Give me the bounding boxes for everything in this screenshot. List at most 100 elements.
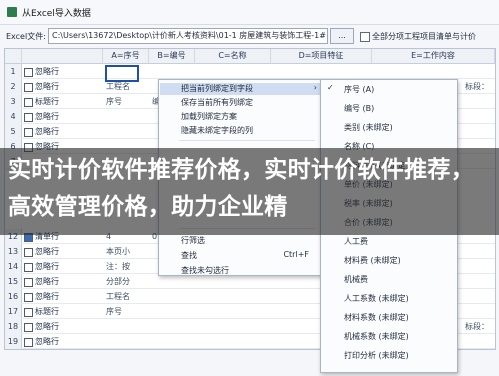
row-checkbox[interactable] (24, 308, 33, 317)
menu-item[interactable]: 行筛选 (181, 235, 205, 247)
menu-item-label: 隐藏未绑定字段的列 (181, 126, 253, 135)
row-number: 13 (5, 244, 22, 260)
row-checkbox[interactable] (24, 98, 33, 107)
cell-a[interactable]: 注：按 (106, 259, 148, 274)
row-number: 15 (5, 274, 22, 290)
kind-header (22, 49, 103, 64)
cell-b[interactable] (152, 334, 194, 349)
row-number: 5 (5, 124, 22, 140)
corner-header (5, 49, 22, 64)
menu-item[interactable]: 把当前列绑定到字段 (160, 83, 337, 95)
menu-item-label: 行筛选 (181, 236, 205, 245)
menu-item-label: 查找未勾选行 (181, 266, 229, 275)
column-header-d[interactable]: D=项目特征 (271, 49, 372, 64)
row-kind-select[interactable]: 忽略行 (35, 79, 59, 94)
row-checkbox[interactable] (24, 68, 33, 77)
row-checkbox[interactable] (24, 293, 33, 302)
menu-item[interactable]: 查找未勾选行 (181, 265, 229, 277)
option-label: 全部分项工程项目清单与计价 (372, 32, 476, 41)
row-number: 19 (5, 334, 22, 349)
cell-b[interactable] (152, 304, 194, 319)
cell-a[interactable]: 序号 (106, 94, 148, 109)
cell-a[interactable] (106, 124, 148, 139)
cell-b[interactable] (152, 289, 194, 304)
row-number: 18 (5, 319, 22, 335)
row-kind-select[interactable]: 忽略行 (35, 319, 59, 334)
row-number: 14 (5, 259, 22, 275)
file-path-input[interactable]: C:\Users\13672\Desktop\计价新人考核资料\01-1 房屋建… (48, 28, 328, 44)
column-header-b[interactable]: B=编号 (149, 49, 195, 64)
submenu-item[interactable]: 机械系数 (未绑定) (344, 330, 409, 344)
file-label: Excel文件: (6, 32, 46, 41)
row-number: 16 (5, 289, 22, 305)
row-kind-select[interactable]: 忽略行 (35, 289, 59, 304)
row-kind-select[interactable]: 标题行 (35, 94, 59, 109)
submenu-item[interactable]: 编号 (B) (344, 102, 374, 116)
submenu-item[interactable]: 类别 (未绑定) (344, 121, 393, 135)
file-toolbar: Excel文件: C:\Users\13672\Desktop\计价新人考核资料… (0, 26, 499, 46)
title-bar: 从Excel导入数据 (0, 0, 499, 25)
column-header-e[interactable]: E=工作内容 (372, 49, 495, 64)
menu-separator (179, 140, 315, 141)
row-checkbox[interactable] (24, 278, 33, 287)
submenu-item[interactable]: 打印分析 (未绑定) (344, 349, 409, 363)
row-checkbox[interactable] (24, 323, 33, 332)
row-kind-select[interactable]: 忽略行 (35, 334, 59, 349)
import-window: 从Excel导入数据 Excel文件: C:\Users\13672\Deskt… (0, 0, 499, 376)
browse-button[interactable]: ... (330, 28, 354, 44)
row-checkbox[interactable] (24, 113, 33, 122)
menu-item[interactable]: 加载列绑定方案 (181, 111, 237, 123)
submenu-item[interactable]: 材料费 (未绑定) (344, 254, 401, 268)
cell-a[interactable]: 工程名 (106, 289, 148, 304)
cell-b[interactable] (152, 64, 194, 79)
promo-banner-text: 实时计价软件推荐价格，实时计价软件推荐，高效管理价格，助力企业精 (8, 157, 474, 220)
row-kind-select[interactable]: 标题行 (35, 304, 59, 319)
column-header-a[interactable]: A=序号 (103, 49, 149, 64)
menu-shortcut: Ctrl+F (283, 250, 309, 259)
menu-item-label: 把当前列绑定到字段 (181, 84, 253, 93)
cell-a[interactable] (106, 319, 148, 334)
menu-item-label: 保存当前所有列绑定 (181, 98, 253, 107)
cell-b[interactable] (152, 319, 194, 334)
row-kind-select[interactable]: 忽略行 (35, 64, 59, 79)
menu-item[interactable]: 保存当前所有列绑定 (181, 97, 253, 109)
submenu-item[interactable]: 人工系数 (未绑定) (344, 292, 409, 306)
submenu-item[interactable]: 机械费 (344, 273, 368, 287)
excel-icon (7, 7, 17, 17)
cell-a[interactable]: 分部分 (106, 274, 148, 289)
row-number: 4 (5, 109, 22, 125)
cell-a[interactable]: 序号 (106, 304, 148, 319)
submenu-item[interactable]: 材料系数 (未绑定) (344, 311, 409, 325)
row-number: 3 (5, 94, 22, 110)
option-checkbox[interactable] (360, 32, 370, 42)
row-checkbox[interactable] (24, 263, 33, 272)
cell-a[interactable]: 本页小 (106, 244, 148, 259)
row-kind-select[interactable]: 忽略行 (35, 124, 59, 139)
row-number: 2 (5, 79, 22, 95)
row-checkbox[interactable] (24, 338, 33, 347)
row-checkbox[interactable] (24, 83, 33, 92)
menu-item-label: 查找 (181, 251, 197, 260)
submenu-item[interactable]: 人工费 (344, 235, 368, 249)
selected-cell[interactable] (105, 65, 139, 82)
checkmark-icon: ✓ (327, 83, 334, 92)
row-checkbox[interactable] (24, 128, 33, 137)
row-kind-select[interactable]: 忽略行 (35, 244, 59, 259)
row-number: 1 (5, 64, 22, 80)
column-header-c[interactable]: C=名称 (195, 49, 271, 64)
cell-e[interactable]: 标段： (465, 319, 493, 334)
menu-item-label: 加载列绑定方案 (181, 112, 237, 121)
cell-a[interactable] (106, 334, 148, 349)
row-kind-select[interactable]: 忽略行 (35, 259, 59, 274)
cell-a[interactable] (106, 109, 148, 124)
row-kind-select[interactable]: 忽略行 (35, 109, 59, 124)
chevron-right-icon: › (313, 83, 317, 92)
menu-item[interactable]: 查找 (181, 250, 197, 262)
submenu-item[interactable]: 序号 (A) (344, 83, 374, 97)
cell-e[interactable]: 标段： (465, 79, 493, 94)
row-checkbox[interactable] (24, 248, 33, 257)
row-number: 17 (5, 304, 22, 320)
row-kind-select[interactable]: 忽略行 (35, 274, 59, 289)
menu-item[interactable]: 隐藏未绑定字段的列 (181, 125, 253, 137)
window-title: 从Excel导入数据 (22, 9, 91, 19)
